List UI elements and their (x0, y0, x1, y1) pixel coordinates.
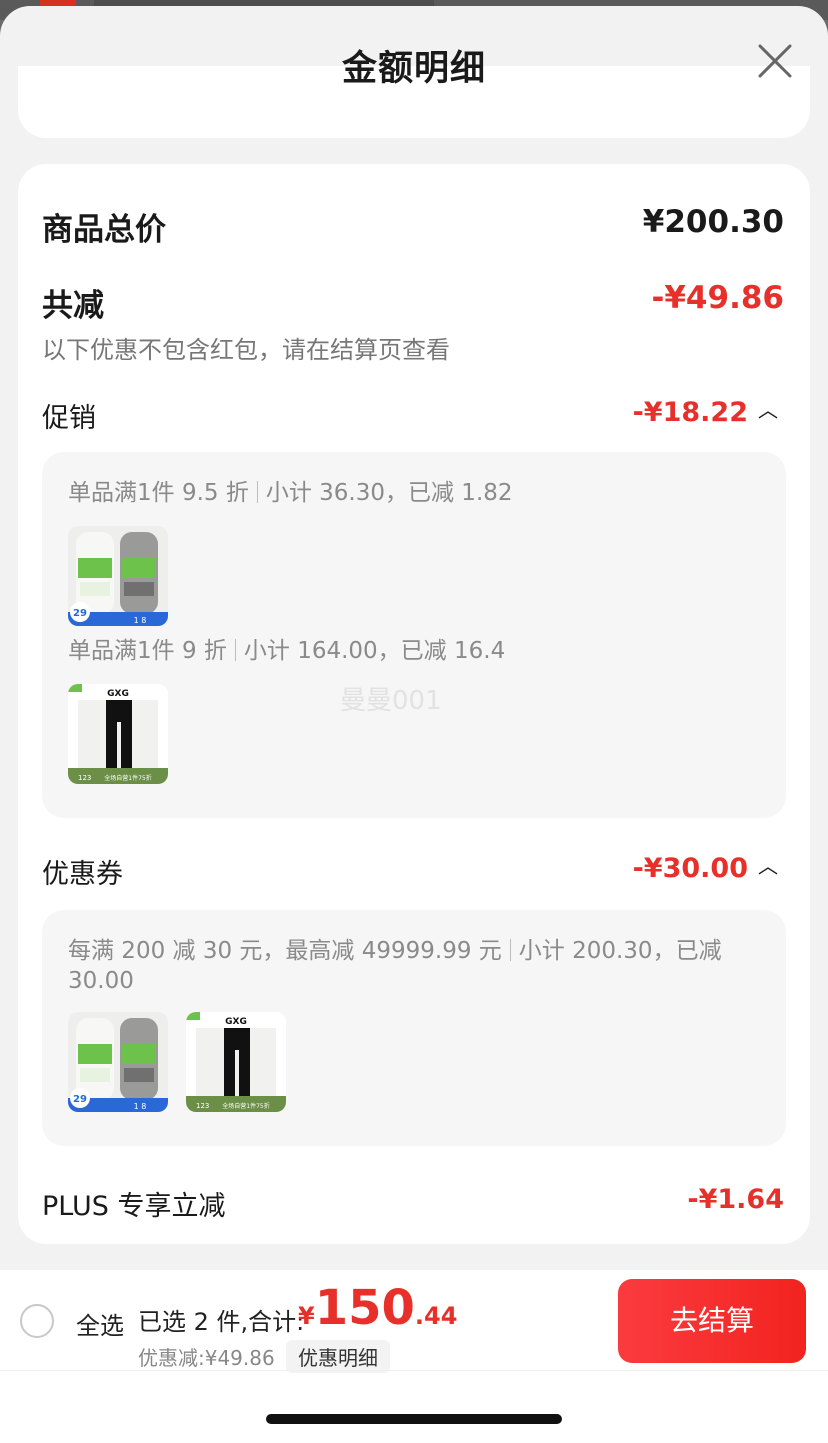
pants-brand: GXG (107, 689, 129, 699)
goods-total-value: ¥200.30 (642, 204, 784, 240)
sheet-title: 金额明细 (341, 49, 486, 89)
socks-promo: 1 8 (134, 1102, 147, 1111)
coupon-box: 每满 200 减 30 元，最高减 49999.99 元小计 200.30，已减… (42, 910, 786, 1146)
divider (0, 1370, 828, 1371)
checkout-button[interactable]: 去结算 (618, 1279, 806, 1363)
coupon-label: 优惠券 (42, 859, 123, 890)
pants-banner: 全场自营1件75折 (104, 774, 151, 782)
chevron-up-icon: ︿ (758, 854, 778, 878)
socks-price-tag: 29 (73, 1094, 87, 1105)
total-reduce-label: 共减 (42, 288, 104, 324)
pants-brand: GXG (225, 1017, 247, 1027)
rule-detail: 小计 200.30，已减 (518, 938, 722, 964)
pants-tag: 123 (196, 1102, 209, 1110)
currency-symbol: ¥ (298, 1302, 315, 1330)
rule-name: 每满 200 减 30 元，最高减 49999.99 元 (68, 938, 502, 964)
divider (234, 639, 236, 661)
promotion-label: 促销 (42, 403, 96, 434)
pants-image: GXG 123 全场自营1件75折 (186, 1012, 286, 1112)
product-thumb-pants[interactable]: GXG 123 全场自营1件75折 (186, 1012, 286, 1112)
discount-detail-button[interactable]: 优惠明细 (286, 1340, 390, 1373)
close-icon (758, 44, 792, 78)
promotion-rule-2: 单品满1件 9 折小计 164.00，已减 16.4 (68, 636, 505, 666)
socks-image: 29 1 8 (68, 1012, 168, 1112)
coupon-rule: 每满 200 减 30 元，最高减 49999.99 元小计 200.30，已减… (68, 936, 768, 996)
total-price: ¥150.44 (298, 1280, 457, 1336)
divider (256, 481, 258, 503)
select-all-label[interactable]: 全选 (76, 1306, 124, 1341)
rule-detail: 小计 36.30，已减 1.82 (265, 480, 513, 506)
socks-promo: 1 8 (134, 616, 147, 625)
amount-detail-sheet: 金额明细 商品总价 ¥200.30 共减 -¥49.86 以下优惠不包含红包，请… (0, 6, 828, 1443)
socks-image: 29 1 8 (68, 526, 168, 626)
product-thumb-pants[interactable]: GXG 123 全场自营1件75折 (68, 684, 168, 784)
total-reduce-value: -¥49.86 (651, 280, 785, 316)
select-all-radio[interactable] (20, 1304, 54, 1338)
pants-banner: 全场自营1件75折 (222, 1102, 269, 1110)
plus-label: PLUS 专享立减 (42, 1191, 226, 1222)
total-decimal: .44 (414, 1302, 458, 1330)
promotion-amount: -¥18.22 (632, 397, 748, 428)
rule-detail-cont: 30.00 (68, 968, 134, 994)
total-integer: 150 (314, 1280, 415, 1336)
discount-note: 以下优惠不包含红包，请在结算页查看 (42, 336, 450, 364)
product-thumb-socks[interactable]: 29 1 8 (68, 1012, 168, 1112)
home-indicator[interactable] (266, 1414, 562, 1424)
product-thumb-socks[interactable]: 29 1 8 (68, 526, 168, 626)
coupon-toggle[interactable]: -¥30.00 ︿ (633, 850, 778, 884)
selected-count: 已选 2 件,合计: (138, 1308, 305, 1336)
goods-total-label: 商品总价 (42, 212, 166, 248)
close-button[interactable] (754, 40, 796, 82)
promotion-toggle[interactable]: -¥18.22 ︿ (633, 394, 778, 428)
plus-amount: -¥1.64 (687, 1184, 784, 1215)
promotion-rule-1: 单品满1件 9.5 折小计 36.30，已减 1.82 (68, 478, 513, 508)
discount-summary: 优惠减:¥49.86 (138, 1346, 275, 1370)
socks-price-tag: 29 (73, 608, 87, 619)
rule-name: 单品满1件 9.5 折 (68, 480, 249, 506)
rule-detail: 小计 164.00，已减 16.4 (243, 638, 506, 664)
chevron-up-icon: ︿ (758, 398, 778, 422)
rule-name: 单品满1件 9 折 (68, 638, 227, 664)
pants-image: GXG 123 全场自营1件75折 (68, 684, 168, 784)
pants-tag: 123 (78, 774, 91, 782)
divider (509, 939, 511, 961)
watermark: 曼曼001 (340, 686, 442, 716)
promotion-box: 单品满1件 9.5 折小计 36.30，已减 1.82 29 1 8 单品满1件… (42, 452, 786, 818)
coupon-amount: -¥30.00 (632, 853, 748, 884)
